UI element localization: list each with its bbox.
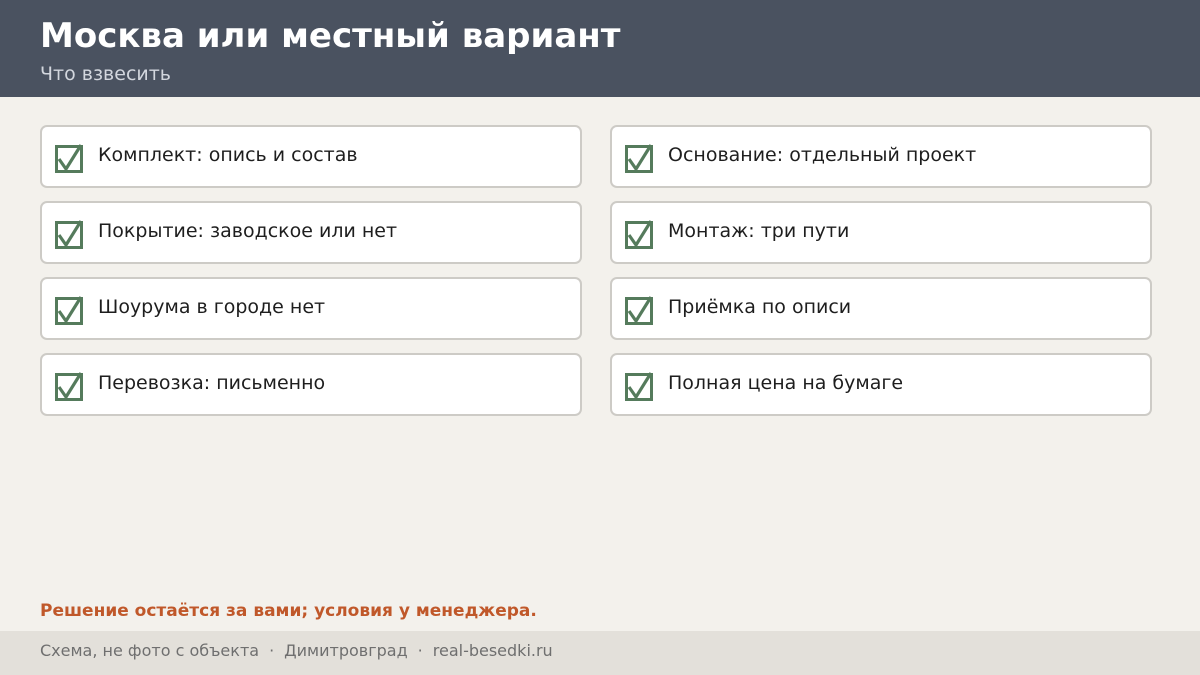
- checklist-item: Перевозка: письменно: [40, 353, 582, 416]
- checklist-item: Основание: отдельный проект: [610, 125, 1152, 188]
- footer-text: Схема, не фото с объекта · Димитровград · re…: [40, 640, 553, 662]
- checklist-item: Приёмка по описи: [610, 277, 1152, 340]
- checkbox-checked-icon: [625, 296, 653, 325]
- footer-site-link[interactable]: real-besedki.ru: [433, 641, 553, 660]
- checkbox-checked-icon: [625, 220, 653, 249]
- footer-bar: Схема, не фото с объекта · Димитровград · re…: [0, 631, 1200, 675]
- checkbox-checked-icon: [55, 220, 83, 249]
- footer-separator: ·: [417, 641, 423, 660]
- header-bar: Москва или местный вариант Что взвесить: [0, 0, 1200, 97]
- footer-caption: Схема, не фото с объекта: [40, 641, 260, 660]
- checklist-item-label: Основание: отдельный проект: [668, 144, 977, 166]
- checklist-item-label: Комплект: опись и состав: [98, 144, 358, 166]
- checklist-item: Монтаж: три пути: [610, 201, 1152, 264]
- checklist-item-label: Приёмка по описи: [668, 296, 852, 318]
- checklist-item: Комплект: опись и состав: [40, 125, 582, 188]
- checkbox-checked-icon: [55, 372, 83, 401]
- checklist-item: Покрытие: заводское или нет: [40, 201, 582, 264]
- checklist-item: Полная цена на бумаге: [610, 353, 1152, 416]
- decision-note: Решение остаётся за вами; условия у мене…: [40, 601, 537, 621]
- checkbox-checked-icon: [55, 296, 83, 325]
- page-title: Москва или местный вариант: [40, 16, 621, 56]
- checklist-item: Шоурума в городе нет: [40, 277, 582, 340]
- checkbox-checked-icon: [625, 372, 653, 401]
- checklist-item-label: Покрытие: заводское или нет: [98, 220, 398, 242]
- checklist-item-label: Перевозка: письменно: [98, 372, 326, 394]
- footer-city: Димитровград: [284, 641, 408, 660]
- footer-separator: ·: [269, 641, 275, 660]
- checklist-item-label: Монтаж: три пути: [668, 220, 850, 242]
- page-subtitle: Что взвесить: [40, 63, 172, 85]
- checklist-item-label: Шоурума в городе нет: [98, 296, 326, 318]
- checkbox-checked-icon: [55, 144, 83, 173]
- checkbox-checked-icon: [625, 144, 653, 173]
- checklist-item-label: Полная цена на бумаге: [668, 372, 904, 394]
